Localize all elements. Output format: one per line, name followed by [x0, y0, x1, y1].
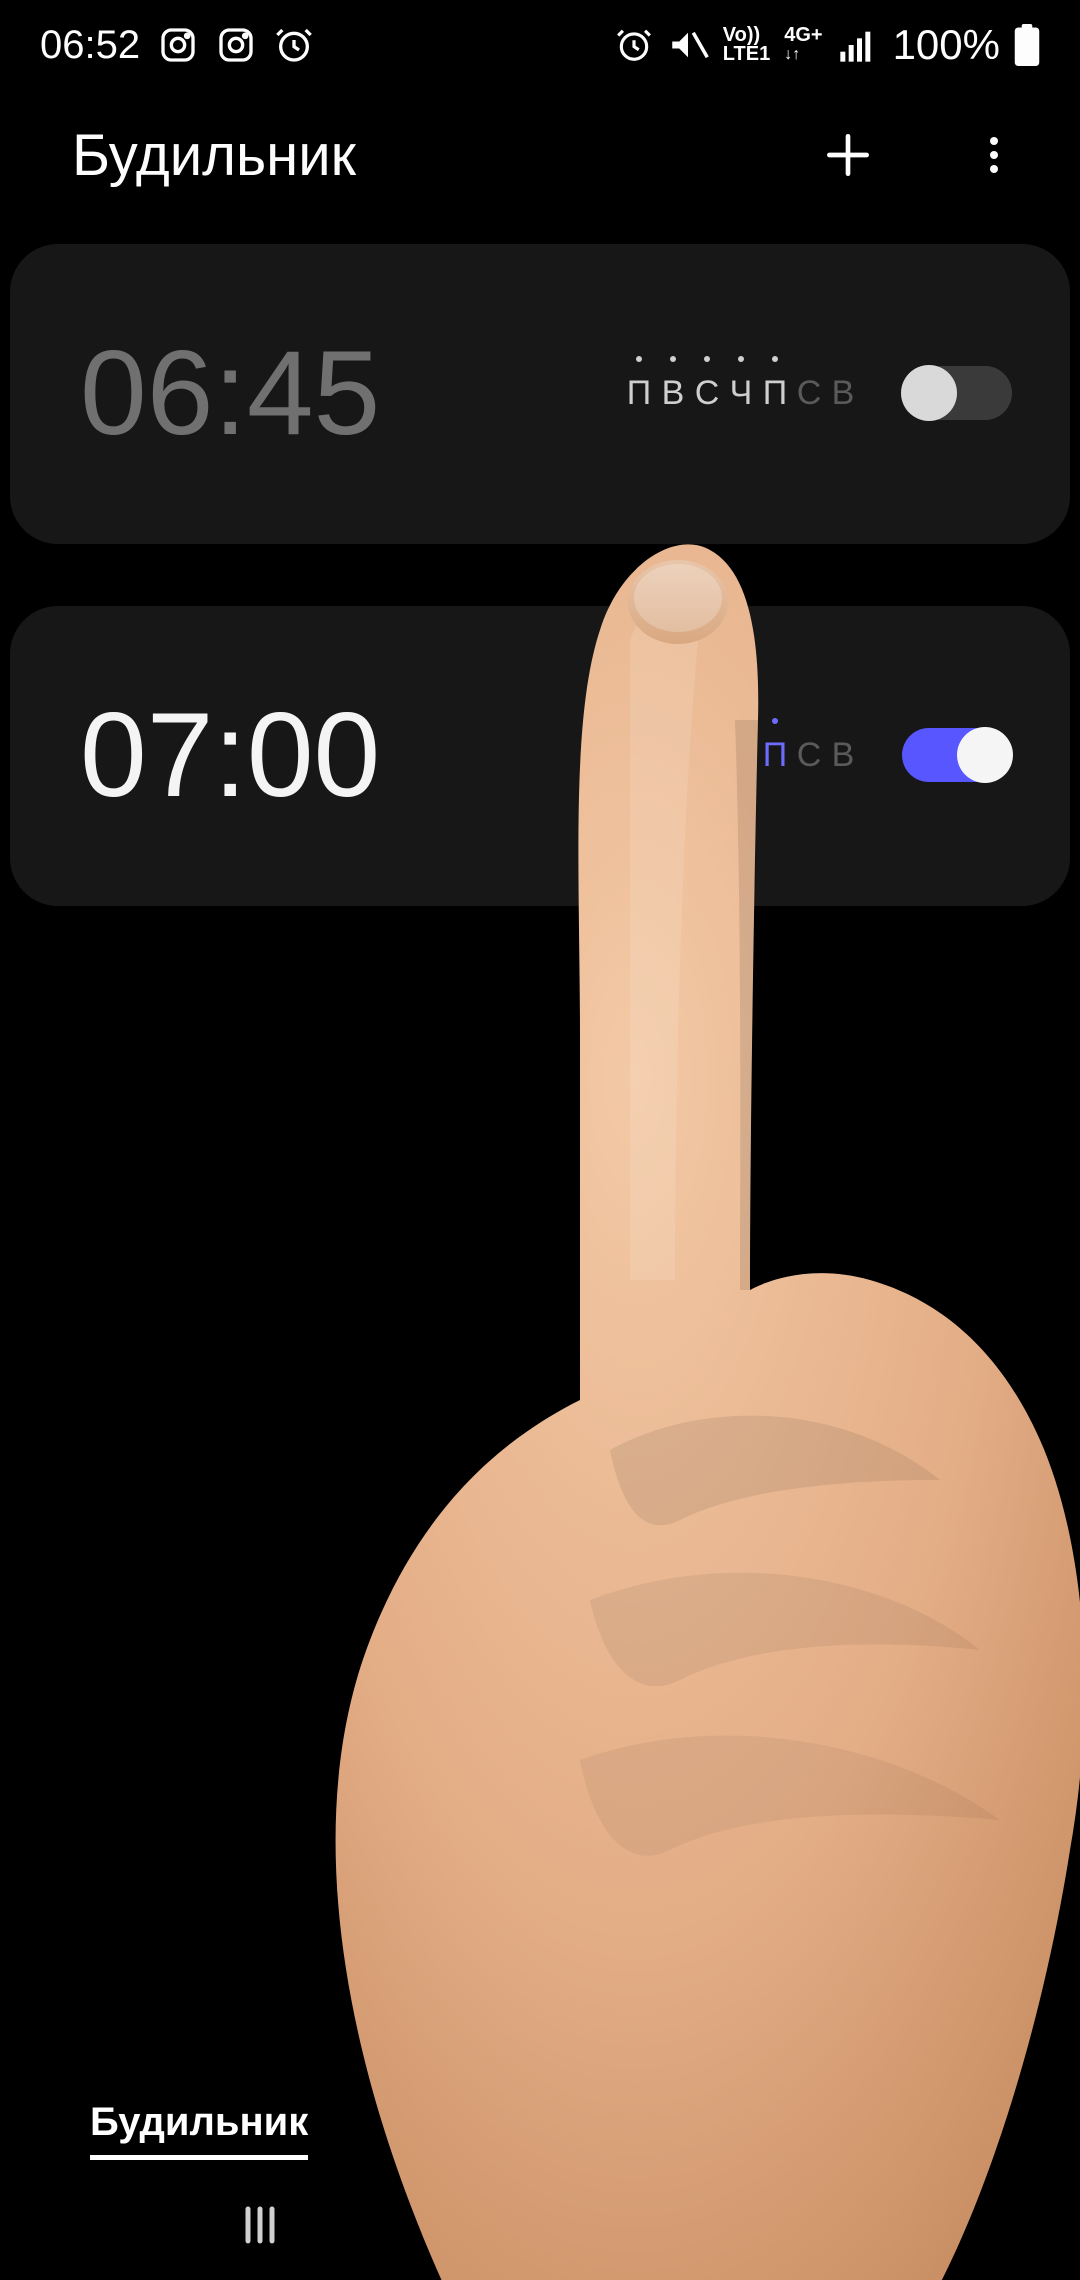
add-alarm-button[interactable]	[818, 125, 878, 185]
instagram-icon	[216, 25, 256, 65]
day-indicator: С	[792, 374, 826, 413]
app-header: Будильник	[0, 90, 1080, 220]
more-options-button[interactable]	[964, 125, 1024, 185]
alarm-days: П В С Ч П С В	[622, 374, 860, 413]
alarm-card[interactable]: 06:45 П В С Ч П С В	[10, 244, 1070, 544]
navigation-bar	[0, 2170, 1080, 2280]
alarm-icon	[274, 25, 314, 65]
day-indicator: С	[690, 736, 724, 775]
vibrate-mute-icon	[667, 24, 709, 66]
network-type-indicator: 4G+ ↓↑	[784, 26, 822, 64]
alarm-toggle[interactable]	[902, 728, 1012, 782]
tab-alarm[interactable]: Будильник	[90, 2100, 308, 2160]
signal-icon	[837, 25, 877, 65]
alarm-time: 07:00	[80, 686, 380, 824]
day-indicator: В	[826, 736, 860, 775]
alarm-toggle[interactable]	[902, 366, 1012, 420]
alarm-icon	[615, 26, 653, 64]
day-indicator: С	[690, 374, 724, 413]
status-clock: 06:52	[40, 23, 140, 68]
alarm-days: П В С Ч П С В	[622, 736, 860, 775]
nav-recents-button[interactable]	[220, 2185, 300, 2265]
status-bar: 06:52 Vo)) LTE1 4G+ ↓↑	[0, 0, 1080, 90]
alarm-list: 06:45 П В С Ч П С В 07:00 П В	[0, 220, 1080, 906]
day-indicator: Ч	[724, 736, 758, 775]
day-indicator: Ч	[724, 374, 758, 413]
day-indicator: В	[656, 374, 690, 413]
day-indicator: С	[792, 736, 826, 775]
page-title: Будильник	[72, 122, 356, 189]
alarm-card[interactable]: 07:00 П В С Ч П С В	[10, 606, 1070, 906]
battery-percentage: 100%	[893, 21, 1000, 69]
volte-indicator: Vo)) LTE1	[723, 26, 770, 64]
day-indicator: П	[758, 374, 792, 413]
alarm-time: 06:45	[80, 324, 380, 462]
day-indicator: П	[758, 736, 792, 775]
bottom-tabs: Будильник	[0, 2100, 1080, 2160]
day-indicator: П	[622, 736, 656, 775]
day-indicator: В	[826, 374, 860, 413]
day-indicator: В	[656, 736, 690, 775]
day-indicator: П	[622, 374, 656, 413]
battery-icon	[1014, 24, 1040, 66]
instagram-icon	[158, 25, 198, 65]
